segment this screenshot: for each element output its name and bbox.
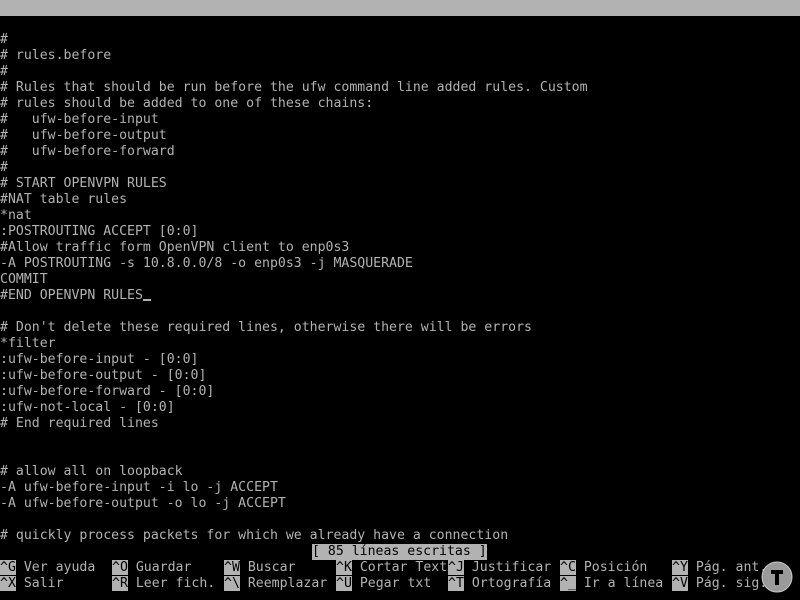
shortcut-label: Ver ayuda — [23, 560, 96, 575]
editor-line[interactable]: :POSTROUTING ACCEPT [0:0] — [0, 224, 800, 240]
shortcut-label: Pág. ant. — [695, 560, 768, 575]
shortcut-key: ^J — [448, 560, 464, 575]
nano-version: GNU nano 2.5.3 — [16, 16, 128, 31]
shortcut-key: ^V — [672, 576, 688, 591]
editor-line[interactable]: # START OPENVPN RULES — [0, 176, 800, 192]
shortcut-key: ^X — [0, 576, 16, 591]
shortcut-label: Ir a línea — [583, 576, 664, 591]
editor-line[interactable]: # Rules that should be run before the uf… — [0, 80, 800, 96]
shortcut-label: Ortografía — [471, 576, 552, 591]
shortcut-position[interactable]: ^C Posición — [560, 560, 647, 576]
shortcut-key: ^O — [112, 560, 128, 575]
editor-line[interactable] — [0, 304, 800, 320]
editor-line[interactable]: -A ufw-before-output -o lo -j ACCEPT — [0, 496, 800, 512]
editor-line[interactable]: # Don't delete these required lines, oth… — [0, 320, 800, 336]
shortcut-label: Cortar Text — [359, 560, 448, 575]
watermark-logo-icon — [761, 561, 793, 593]
shortcut-key: ^Y — [672, 560, 688, 575]
shortcut-label: Leer fich. — [135, 576, 216, 591]
editor-line[interactable]: # — [0, 160, 800, 176]
editor-line[interactable]: # rules should be added to one of these … — [0, 96, 800, 112]
shortcut-key: ^C — [560, 560, 576, 575]
shortcut-key: ^_ — [560, 576, 576, 591]
editor-line[interactable]: # ufw-before-forward — [0, 144, 800, 160]
editor-line[interactable]: #NAT table rules — [0, 192, 800, 208]
shortcut-goto-line[interactable]: ^_ Ir a línea — [560, 576, 663, 592]
editor-line[interactable] — [0, 448, 800, 464]
editor-line[interactable]: COMMIT — [0, 272, 800, 288]
shortcut-bar-bottom: ^X Salir ^R Leer fich. ^\ Reemplazar ^U … — [0, 576, 800, 592]
shortcut-paste[interactable]: ^U Pegar txt — [336, 576, 431, 592]
editor-line[interactable]: # ufw-before-input — [0, 112, 800, 128]
shortcut-key: ^T — [448, 576, 464, 591]
shortcut-justify[interactable]: ^J Justificar — [448, 560, 551, 576]
shortcut-key: ^K — [336, 560, 352, 575]
editor-line[interactable]: # — [0, 32, 800, 48]
shortcut-key: ^\ — [224, 576, 240, 591]
editor-line[interactable]: # ufw-before-output — [0, 128, 800, 144]
editor-line[interactable]: :ufw-before-forward - [0:0] — [0, 384, 800, 400]
shortcut-label: Pág. sig. — [695, 576, 768, 591]
shortcut-cut[interactable]: ^K Cortar Text — [336, 560, 447, 576]
editor-line[interactable]: #Allow traffic form OpenVPN client to en… — [0, 240, 800, 256]
shortcut-next-page[interactable]: ^V Pág. sig. — [672, 576, 767, 592]
shortcut-read-file[interactable]: ^R Leer fich. — [112, 576, 215, 592]
editor-line[interactable]: -A POSTROUTING -s 10.8.0.0/8 -o enp0s3 -… — [0, 256, 800, 272]
shortcut-exit[interactable]: ^X Salir — [0, 576, 64, 592]
shortcut-label: Salir — [23, 576, 64, 591]
editor-line[interactable]: # rules.before — [0, 48, 800, 64]
shortcut-search[interactable]: ^W Buscar — [224, 560, 295, 576]
shortcut-label: Reemplazar — [247, 576, 328, 591]
editor-line[interactable] — [0, 512, 800, 528]
shortcut-save[interactable]: ^O Guardar — [112, 560, 191, 576]
editor-line[interactable]: # allow all on loopback — [0, 464, 800, 480]
shortcut-label: Buscar — [247, 560, 296, 575]
shortcut-label: Posición — [583, 560, 648, 575]
title-bar: GNU nano 2.5.3 Archivo: /etc/ufw/before.… — [0, 0, 800, 47]
shortcut-key: ^G — [0, 560, 16, 575]
editor-line[interactable]: # quickly process packets for which we a… — [0, 528, 800, 544]
editor-line[interactable]: :ufw-not-local - [0:0] — [0, 400, 800, 416]
editor-line[interactable]: # End required lines — [0, 416, 800, 432]
shortcut-spell[interactable]: ^T Ortografía — [448, 576, 551, 592]
editor-line[interactable]: # — [0, 64, 800, 80]
shortcut-help[interactable]: ^G Ver ayuda — [0, 560, 95, 576]
shortcut-label: Pegar txt — [359, 576, 432, 591]
shortcut-prev-page[interactable]: ^Y Pág. ant. — [672, 560, 767, 576]
editor-line[interactable]: :ufw-before-input - [0:0] — [0, 352, 800, 368]
editor-line-text[interactable]: #END OPENVPN RULES — [0, 288, 143, 303]
editor-line[interactable]: *filter — [0, 336, 800, 352]
status-message: [ 85 líneas escritas ] — [312, 544, 487, 560]
shortcut-key: ^W — [224, 560, 240, 575]
shortcut-key: ^R — [112, 576, 128, 591]
shortcut-bar-top: ^G Ver ayuda ^O Guardar ^W Buscar ^K Cor… — [0, 560, 800, 576]
shortcut-key: ^U — [336, 576, 352, 591]
editor-line-cursor[interactable]: #END OPENVPN RULES — [0, 288, 800, 304]
editor-line[interactable]: -A ufw-before-input -i lo -j ACCEPT — [0, 480, 800, 496]
text-cursor — [142, 299, 151, 301]
shortcut-label: Justificar — [471, 560, 552, 575]
editor-line[interactable] — [0, 432, 800, 448]
editor-line[interactable]: *nat — [0, 208, 800, 224]
shortcut-replace[interactable]: ^\ Reemplazar — [224, 576, 327, 592]
shortcut-label: Guardar — [135, 560, 192, 575]
editor-line[interactable]: :ufw-before-output - [0:0] — [0, 368, 800, 384]
editor-area[interactable]: # # rules.before # # Rules that should b… — [0, 32, 800, 544]
